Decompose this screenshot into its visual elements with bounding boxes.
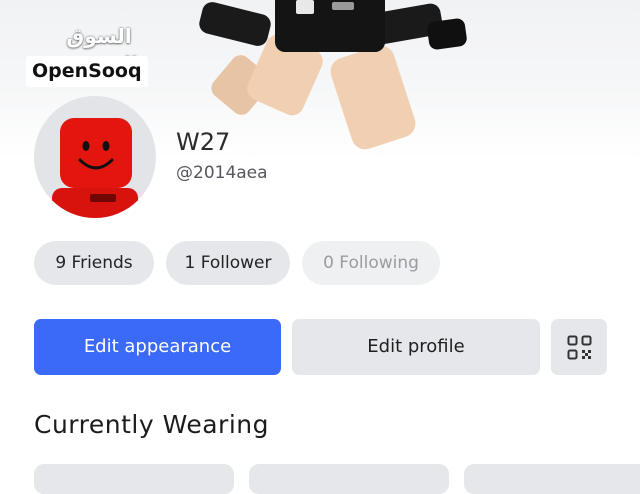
friends-count-button[interactable]: 9 Friends [34, 241, 154, 285]
shirt-logo [296, 0, 314, 14]
avatar-figure-leg [326, 42, 420, 153]
avatar-figure-hand [426, 17, 468, 51]
qr-code-button[interactable] [551, 319, 607, 375]
avatar-figure-arm [197, 0, 273, 48]
shirt-logo [332, 2, 354, 10]
watermark-latin-text: OpenSooq [26, 56, 148, 87]
following-count-button[interactable]: 0 Following [302, 241, 440, 285]
edit-profile-button[interactable]: Edit profile [292, 319, 540, 375]
wearing-item-card[interactable] [34, 464, 234, 494]
avatar-body [52, 188, 138, 218]
qr-code-icon [567, 335, 592, 360]
avatar-figure-torso [275, 0, 385, 52]
wearing-item-card[interactable] [249, 464, 449, 494]
avatar-shirt-print [90, 194, 116, 202]
edit-appearance-button[interactable]: Edit appearance [34, 319, 281, 375]
watermark-arabic-text: السوق المفتوح [60, 24, 137, 76]
avatar-head [60, 118, 132, 188]
username-handle: @2014aea [176, 163, 268, 183]
followers-count-button[interactable]: 1 Follower [166, 241, 290, 285]
currently-wearing-heading: Currently Wearing [34, 410, 269, 439]
smiley-face-icon [78, 141, 114, 170]
wearing-item-card[interactable] [464, 464, 640, 494]
opensooq-watermark: السوق المفتوح OpenSooq [26, 22, 172, 87]
avatar[interactable] [34, 96, 156, 218]
display-name: W27 [176, 128, 231, 156]
